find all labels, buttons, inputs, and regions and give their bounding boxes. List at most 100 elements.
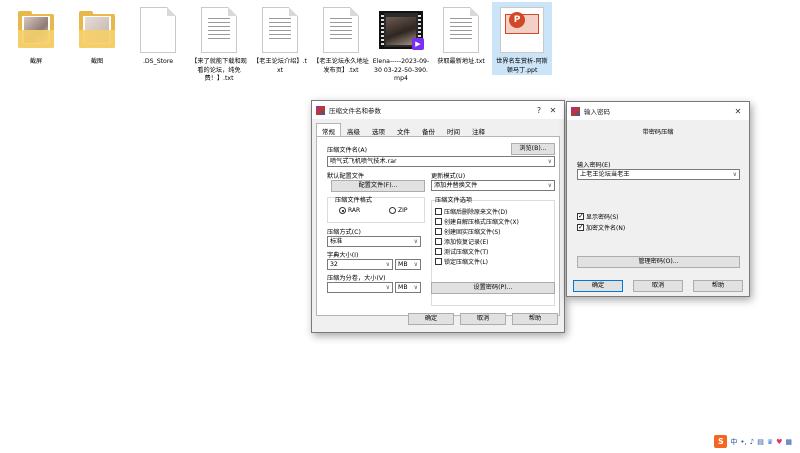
password-dialog: 输入密码 ✕ 带密码压缩 输入密码(E) 上老王论坛当老王 ∨ 显示密码(S) 加…	[566, 101, 750, 297]
sfx-checkbox[interactable]: 创建自解压格式压缩文件(X)	[435, 217, 519, 226]
help-button[interactable]: 帮助	[512, 313, 558, 325]
checkbox-indicator	[435, 208, 442, 215]
checkbox-indicator	[435, 238, 442, 245]
archive-name-combo[interactable]: 喷气式飞机喷气技术.rar ∨	[327, 156, 555, 167]
folder-icon	[77, 10, 117, 50]
file-label: 获取最新地址.txt	[437, 58, 485, 65]
archive-name-value: 喷气式飞机喷气技术.rar	[330, 158, 397, 165]
format-zip-radio[interactable]: ZIP	[389, 207, 408, 214]
winrar-icon	[316, 105, 325, 115]
winrar-icon	[571, 106, 580, 116]
dict-unit-value: MB	[398, 261, 408, 268]
recovery-record-checkbox[interactable]: 添加恢复记录(E)	[435, 237, 488, 246]
organize-passwords-button[interactable]: 管理密码(O)...	[577, 256, 740, 268]
option-label: 锁定压缩文件(L)	[444, 259, 489, 266]
desktop-file[interactable]: 截图	[67, 2, 127, 67]
method-value: 标准	[330, 238, 343, 245]
option-label: 压缩后删除原来文件(D)	[444, 209, 508, 216]
desktop-file[interactable]: 【来了就能下载和观看的论坛，纯免费！】.txt	[189, 2, 249, 84]
lock-archive-checkbox[interactable]: 锁定压缩文件(L)	[435, 257, 488, 266]
cancel-button[interactable]: 取消	[633, 280, 683, 292]
encrypt-names-checkbox[interactable]: 加密文件名(N)	[577, 223, 625, 232]
sogou-logo-icon[interactable]: S	[714, 435, 728, 448]
help-icon[interactable]: ?	[532, 106, 546, 115]
options-group-label: 压缩文件选项	[435, 197, 473, 204]
radio-indicator	[389, 207, 396, 214]
skin-icon[interactable]: ♛	[767, 438, 773, 446]
desktop: 截屏 截图 .DS_Store 【来了就能下载和观看的论坛，纯免费！】.txt …	[0, 0, 800, 453]
file-label: .DS_Store	[142, 58, 174, 65]
dict-unit-select[interactable]: MB ∨	[395, 259, 421, 270]
radio-indicator	[339, 207, 346, 214]
encrypt-names-label: 加密文件名(N)	[586, 225, 626, 232]
update-mode-value: 添加并替换文件	[434, 182, 478, 189]
split-size-combo[interactable]: ∨	[327, 282, 393, 293]
delete-after-checkbox[interactable]: 压缩后删除原来文件(D)	[435, 207, 507, 216]
option-label: 创建自解压格式压缩文件(X)	[444, 219, 519, 226]
split-label: 压缩为分卷，大小(V)	[327, 275, 386, 282]
microphone-icon[interactable]: ♪	[750, 438, 754, 446]
desktop-file-selected[interactable]: P 世界名车赏析-阿斯顿马丁.ppt	[492, 2, 552, 75]
enter-password-label: 输入密码(E)	[577, 162, 611, 169]
ok-button[interactable]: 确定	[573, 280, 623, 292]
blank-file-icon	[140, 7, 176, 53]
format-zip-label: ZIP	[398, 207, 408, 214]
method-select[interactable]: 标准 ∨	[327, 236, 421, 247]
ime-mode-toggle[interactable]: 中	[730, 437, 737, 447]
text-file-icon	[443, 7, 479, 53]
test-archive-checkbox[interactable]: 测试压缩文件(T)	[435, 247, 488, 256]
general-tab-panel: 压缩文件名(A) 浏览(B)... 喷气式飞机喷气技术.rar ∨ 默认配置文件 …	[316, 136, 560, 316]
toolbox-icon[interactable]: ♥	[776, 438, 782, 446]
dict-value: 32	[330, 261, 338, 268]
close-icon[interactable]: ✕	[731, 107, 745, 116]
desktop-file[interactable]: 【老王论坛永久地址发布页】.txt	[311, 2, 371, 75]
set-password-button[interactable]: 设置密码(P)...	[431, 282, 555, 294]
desktop-file[interactable]: ▶ Elena-----2023-09-30 03-22-50-390.mp4	[370, 2, 432, 84]
keyboard-icon[interactable]: ▤	[757, 438, 764, 446]
checkbox-indicator	[435, 258, 442, 265]
format-group-label: 压缩文件格式	[335, 197, 373, 204]
ok-button[interactable]: 确定	[408, 313, 454, 325]
checkbox-indicator	[435, 218, 442, 225]
close-icon[interactable]: ✕	[546, 106, 560, 115]
chevron-down-icon: ∨	[547, 158, 552, 165]
archive-dialog-titlebar[interactable]: 压缩文件名和参数 ? ✕	[312, 101, 564, 119]
grid-icon[interactable]: ▦	[785, 438, 792, 446]
checkbox-indicator	[435, 248, 442, 255]
chevron-down-icon: ∨	[413, 284, 418, 291]
archive-name-label: 压缩文件名(A)	[327, 147, 367, 154]
desktop-file[interactable]: 获取最新地址.txt	[431, 2, 491, 67]
desktop-file[interactable]: 截屏	[6, 2, 66, 67]
help-button[interactable]: 帮助	[693, 280, 743, 292]
solid-checkbox[interactable]: 创建固实压缩文件(S)	[435, 227, 501, 236]
file-label: 世界名车赏析-阿斯顿马丁.ppt	[492, 58, 552, 75]
option-label: 创建固实压缩文件(S)	[444, 229, 501, 236]
update-mode-select[interactable]: 添加并替换文件 ∨	[431, 180, 555, 191]
text-file-icon	[262, 7, 298, 53]
dict-select[interactable]: 32 ∨	[327, 259, 393, 270]
file-label: 【老王论坛永久地址发布页】.txt	[313, 58, 369, 74]
desktop-file[interactable]: .DS_Store	[128, 2, 188, 67]
archive-dialog: 压缩文件名和参数 ? ✕ 常规 高级 选项 文件 备份 时间 注释 压缩文件名(…	[311, 100, 565, 333]
ime-toolbar: S 中 •, ♪ ▤ ♛ ♥ ▦	[714, 435, 792, 448]
desktop-file[interactable]: 【老王论坛介绍】.txt	[250, 2, 310, 75]
password-value: 上老王论坛当老王	[580, 171, 630, 178]
default-profile-label: 默认配置文件	[327, 173, 365, 180]
show-password-label: 显示密码(S)	[586, 214, 619, 221]
browse-button[interactable]: 浏览(B)...	[511, 143, 555, 155]
format-rar-radio[interactable]: RAR	[339, 207, 360, 214]
dict-label: 字典大小(I)	[327, 252, 359, 259]
split-unit-select[interactable]: MB ∨	[395, 282, 421, 293]
show-password-checkbox[interactable]: 显示密码(S)	[577, 212, 619, 221]
file-label: 截图	[90, 58, 104, 65]
checkbox-indicator	[435, 228, 442, 235]
password-input[interactable]: 上老王论坛当老王 ∨	[577, 169, 740, 180]
checkbox-indicator	[577, 223, 584, 231]
cancel-button[interactable]: 取消	[460, 313, 506, 325]
checkbox-indicator	[577, 212, 584, 220]
profiles-button[interactable]: 配置文件(F)...	[331, 180, 425, 192]
punctuation-icon[interactable]: •,	[740, 438, 746, 446]
dialog-subtitle: 带密码压缩	[642, 129, 674, 136]
password-dialog-titlebar[interactable]: 输入密码 ✕	[567, 102, 749, 120]
update-mode-label: 更新模式(U)	[431, 173, 466, 180]
